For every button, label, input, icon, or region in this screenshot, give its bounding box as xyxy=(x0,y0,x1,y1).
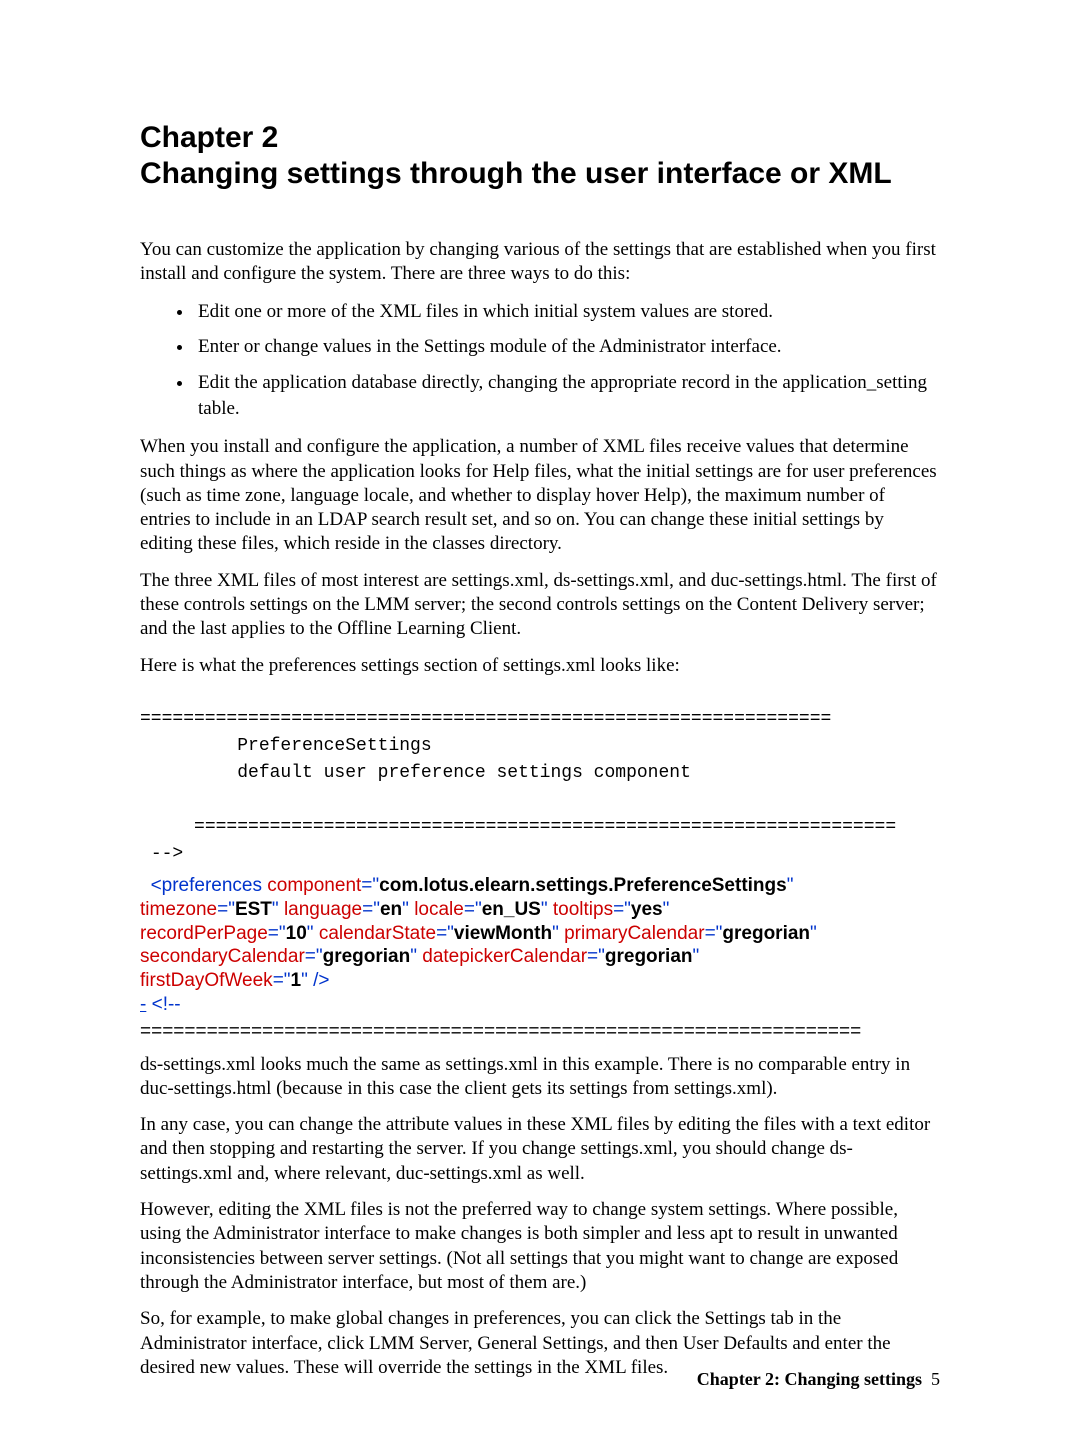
xml-attr-value: com.lotus.elearn.settings.PreferenceSett… xyxy=(379,875,787,896)
page-footer: Chapter 2: Changing settings 5 xyxy=(697,1369,940,1390)
body-paragraph: ds-settings.xml looks much the same as s… xyxy=(140,1053,940,1102)
code-rule: ========================================… xyxy=(194,817,896,837)
footer-chapter-label: Chapter 2: Changing settings xyxy=(697,1369,922,1389)
bullet-list: Edit one or more of the XML files in whi… xyxy=(140,299,940,422)
intro-paragraph: You can customize the application by cha… xyxy=(140,238,940,287)
separator-rule: ========================================… xyxy=(140,1021,940,1043)
body-paragraph: The three XML files of most interest are… xyxy=(140,569,940,642)
document-page: Chapter 2 Changing settings through the … xyxy=(0,0,1080,1452)
xml-attr-name: locale xyxy=(414,899,464,920)
xml-tag-open: <preferences xyxy=(151,875,262,896)
xml-attr-name: tooltips xyxy=(553,899,613,920)
chapter-heading: Chapter 2 Changing settings through the … xyxy=(140,120,940,192)
footer-page-number: 5 xyxy=(931,1369,940,1389)
xml-attr-value: gregorian xyxy=(605,946,693,967)
xml-attr-value: 1 xyxy=(291,970,302,991)
list-item: Edit the application database directly, … xyxy=(194,370,940,421)
xml-attr-value: en xyxy=(380,899,402,920)
list-item: Enter or change values in the Settings m… xyxy=(194,334,940,360)
xml-attr-value: gregorian xyxy=(722,923,810,944)
list-item: Edit one or more of the XML files in whi… xyxy=(194,299,940,325)
xml-attr-name: component xyxy=(267,875,361,896)
body-paragraph: When you install and configure the appli… xyxy=(140,435,940,557)
chapter-label: Chapter 2 xyxy=(140,121,278,154)
xml-snippet: <preferences component="com.lotus.elearn… xyxy=(140,874,940,1017)
xml-comment-open: <!-- xyxy=(152,994,181,1015)
xml-attr-value: 10 xyxy=(286,923,307,944)
code-line: default user preference settings compone… xyxy=(237,763,691,783)
code-comment-block: ========================================… xyxy=(140,706,940,868)
xml-attr-name: firstDayOfWeek xyxy=(140,970,273,991)
xml-tag-close: /> xyxy=(313,970,329,991)
code-line: PreferenceSettings xyxy=(237,736,431,756)
body-paragraph: Here is what the preferences settings se… xyxy=(140,654,940,678)
xml-attr-name: calendarState xyxy=(319,923,436,944)
xml-attr-name: language xyxy=(284,899,362,920)
xml-attr-value: viewMonth xyxy=(454,923,552,944)
xml-attr-name: datepickerCalendar xyxy=(422,946,587,967)
collapse-toggle[interactable]: - xyxy=(140,994,146,1015)
xml-attr-value: gregorian xyxy=(323,946,411,967)
code-comment-end: --> xyxy=(151,844,183,864)
xml-attr-value: EST xyxy=(235,899,272,920)
xml-attr-value: yes xyxy=(631,899,663,920)
xml-attr-value: en_US xyxy=(482,899,541,920)
code-rule: ========================================… xyxy=(140,709,831,729)
chapter-title-text: Changing settings through the user inter… xyxy=(140,157,892,190)
xml-attr-name: primaryCalendar xyxy=(564,923,704,944)
xml-attr-name: recordPerPage xyxy=(140,923,268,944)
body-paragraph: In any case, you can change the attribut… xyxy=(140,1113,940,1186)
xml-attr-name: secondaryCalendar xyxy=(140,946,305,967)
body-paragraph: However, editing the XML files is not th… xyxy=(140,1198,940,1295)
xml-attr-name: timezone xyxy=(140,899,217,920)
